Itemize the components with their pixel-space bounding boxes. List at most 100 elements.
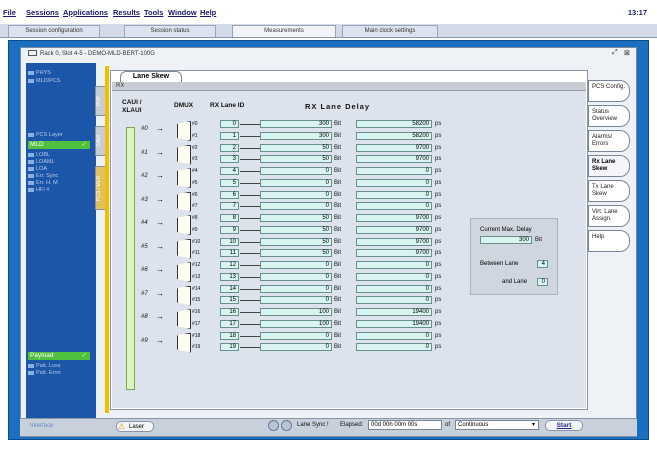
menu-sessions[interactable]: Sessions bbox=[26, 8, 59, 17]
menu-applications[interactable]: Applications bbox=[63, 8, 108, 17]
tab-session-status[interactable]: Session status bbox=[124, 25, 216, 37]
nav-hfi[interactable]: HFI # bbox=[28, 187, 49, 193]
rx-lane-id-field: 10 bbox=[220, 237, 239, 246]
menu-window[interactable]: Window bbox=[168, 8, 197, 17]
side-virt-lane-assign[interactable]: Virt. Lane Assign. bbox=[588, 205, 630, 227]
lane-connector bbox=[240, 253, 260, 255]
header-dmux: DMUX bbox=[174, 102, 194, 109]
nav-mld-pcs[interactable]: MLD/PCS bbox=[28, 78, 60, 84]
lane-connector bbox=[240, 265, 260, 266]
current-max-delay-value: 300 bbox=[480, 236, 532, 244]
rack-icon bbox=[28, 50, 37, 57]
tab-lane-skew[interactable]: Lane Skew bbox=[120, 71, 182, 82]
ps-unit-label: ps bbox=[435, 320, 442, 327]
dmux-block bbox=[177, 332, 191, 353]
ps-unit-label: ps bbox=[435, 215, 442, 221]
ps-unit-label: ps bbox=[435, 168, 442, 174]
lane-delay-ps-field: 0 bbox=[356, 272, 432, 281]
dmux-output-label: #11 bbox=[192, 250, 200, 257]
dmux-block bbox=[177, 215, 191, 235]
dmux-input-label: #7 bbox=[141, 290, 148, 297]
start-button[interactable]: Start bbox=[545, 420, 583, 431]
lane-delay-ps-field: 0 bbox=[356, 331, 432, 340]
ps-unit-label: ps bbox=[435, 226, 442, 233]
nav-lobl[interactable]: LOBL bbox=[28, 152, 50, 158]
bit-unit-label: Bit bbox=[334, 168, 342, 174]
nav-pcs-layer[interactable]: PCS Layer bbox=[28, 132, 63, 138]
dmux-output-label: #2 bbox=[192, 144, 198, 151]
side-rx-lane-skew[interactable]: Rx Lane Skew bbox=[588, 155, 630, 177]
nav-mld[interactable]: MLD ✓ bbox=[28, 141, 90, 149]
dmux-output-label: #9 bbox=[192, 226, 198, 233]
lane-sync-status: Lane Sync ! bbox=[297, 422, 329, 428]
dmux-input-label: #8 bbox=[141, 314, 148, 320]
lane-delay-bit-field: 300 bbox=[260, 120, 332, 128]
side-pcs-config[interactable]: PCS Config. bbox=[588, 80, 630, 102]
lane-delay-bit-field: 100 bbox=[260, 308, 332, 316]
lane-delay-ps-field: 0 bbox=[356, 261, 432, 269]
lane-delay-bit-field: 0 bbox=[260, 284, 332, 293]
measurement-mode-select[interactable]: Continuous ▾ bbox=[455, 420, 539, 430]
sync-indicator-icon bbox=[281, 420, 292, 431]
lane-delay-bit-field: 50 bbox=[260, 155, 332, 164]
lane-delay-bit-field: 0 bbox=[260, 331, 332, 340]
rx-lane-id-field: 17 bbox=[220, 319, 239, 328]
header-rx-lane-delay: RX Lane Delay bbox=[305, 102, 371, 111]
menu-tools[interactable]: Tools bbox=[144, 8, 163, 17]
ps-unit-label: ps bbox=[435, 121, 442, 127]
lane-delay-bit-field: 50 bbox=[260, 143, 332, 152]
lane-delay-ps-field: 58200 bbox=[356, 120, 432, 128]
lane-delay-bit-field: 0 bbox=[260, 272, 332, 281]
nav-patt-loss[interactable]: Patt. Loss bbox=[28, 363, 60, 369]
lane-delay-ps-field: 0 bbox=[356, 284, 432, 293]
lane-delay-bit-field: 0 bbox=[260, 261, 332, 269]
dmux-output-label: #12 bbox=[192, 262, 201, 268]
ps-unit-label: ps bbox=[435, 203, 442, 210]
dmux-block bbox=[177, 121, 191, 141]
ps-unit-label: ps bbox=[435, 191, 442, 198]
menu-help[interactable]: Help bbox=[200, 8, 216, 17]
menu-file[interactable]: File bbox=[3, 8, 16, 17]
lane-connector bbox=[240, 124, 260, 125]
dmux-output-label: #14 bbox=[192, 285, 201, 292]
dmux-output-label: #6 bbox=[192, 191, 198, 198]
bit-unit-label: Bit bbox=[334, 179, 342, 186]
dmux-input-label: #4 bbox=[141, 220, 148, 226]
lane-delay-ps-field: 9700 bbox=[356, 225, 432, 234]
maximize-icon[interactable]: ⤢ bbox=[612, 49, 618, 57]
rx-lane-id-field: 5 bbox=[220, 178, 239, 187]
close-icon[interactable]: ⊠ bbox=[624, 49, 630, 57]
nav-payload[interactable]: Payload ✓ bbox=[28, 352, 90, 360]
arrow-right-icon: → bbox=[156, 171, 164, 180]
tab-measurements[interactable]: Measurements bbox=[232, 25, 336, 37]
rx-lane-id-field: 3 bbox=[220, 155, 239, 164]
nav-patt-error[interactable]: Patt. Error bbox=[28, 370, 61, 376]
bit-unit-label: Bit bbox=[334, 121, 342, 127]
side-status-overview[interactable]: Status Overview bbox=[588, 105, 630, 127]
arrow-right-icon: → bbox=[156, 265, 164, 274]
lane-delay-ps-field: 9700 bbox=[356, 249, 432, 258]
dmux-output-label: #17 bbox=[192, 320, 201, 327]
arrow-right-icon: → bbox=[156, 288, 164, 298]
nav-err-sync[interactable]: Err. Sync bbox=[28, 173, 58, 179]
nav-loa[interactable]: LOA bbox=[28, 166, 47, 172]
between-lane-label: Between Lane bbox=[480, 261, 519, 267]
elapsed-time-field: 00d 00h 00m 00s bbox=[368, 420, 442, 430]
dmux-input-label: #0 bbox=[141, 126, 148, 132]
tab-session-configuration[interactable]: Session configuration bbox=[8, 25, 100, 37]
side-help[interactable]: Help bbox=[588, 230, 630, 252]
tab-main-clock-settings[interactable]: Main clock settings bbox=[342, 25, 438, 37]
side-tx-lane-skew[interactable]: Tx Lane Skew bbox=[588, 180, 630, 202]
nav-loaml[interactable]: LOAML bbox=[28, 159, 55, 165]
lane-connector bbox=[240, 218, 260, 219]
menu-results[interactable]: Results bbox=[113, 8, 140, 17]
nav-phys[interactable]: PHYS bbox=[28, 70, 51, 76]
nav-err-hm[interactable]: Err. H. M bbox=[28, 180, 58, 186]
lane-delay-bit-field: 100 bbox=[260, 319, 332, 328]
lane-connector bbox=[240, 147, 260, 149]
ps-unit-label: ps bbox=[435, 309, 442, 315]
ps-unit-label: ps bbox=[435, 238, 442, 245]
check-icon: ✓ bbox=[81, 141, 87, 148]
side-alarms-errors[interactable]: Alarms/ Errors bbox=[588, 130, 630, 152]
dmux-block bbox=[177, 191, 191, 212]
